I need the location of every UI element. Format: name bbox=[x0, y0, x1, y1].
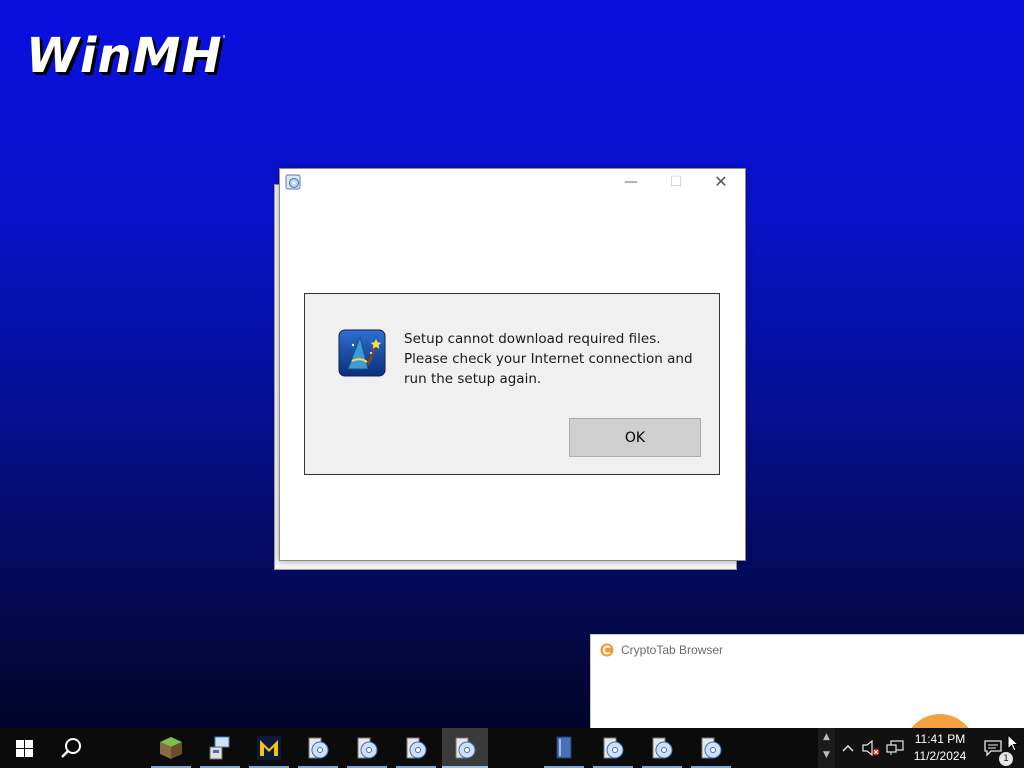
taskbar-item-network-setup[interactable] bbox=[197, 728, 243, 768]
chevron-up-icon[interactable]: ▲ bbox=[818, 728, 835, 746]
m-app-icon bbox=[257, 736, 281, 760]
network-setup-icon bbox=[209, 736, 230, 760]
minimize-button[interactable]: — bbox=[609, 171, 653, 193]
close-button[interactable]: ✕ bbox=[699, 171, 743, 193]
search-icon bbox=[61, 738, 81, 758]
setup-disc-icon bbox=[701, 737, 722, 759]
taskbar-item-setup-3[interactable] bbox=[393, 728, 439, 768]
chevron-up-icon bbox=[842, 744, 854, 752]
setup-disc-icon bbox=[652, 737, 673, 759]
setup-app-icon bbox=[285, 174, 301, 190]
cryptotab-notification[interactable]: CryptoTab Browser bbox=[590, 634, 1024, 729]
book-icon bbox=[556, 736, 572, 759]
taskbar-item-setup-2[interactable] bbox=[344, 728, 390, 768]
error-message: Setup cannot download required files. Pl… bbox=[404, 329, 704, 389]
show-hidden-icons-button[interactable] bbox=[837, 728, 859, 768]
taskbar-item-minecraft[interactable] bbox=[148, 728, 194, 768]
error-dialog: Setup cannot download required files. Pl… bbox=[304, 293, 720, 475]
setup-disc-icon bbox=[308, 737, 329, 759]
taskbar-item-setup-5[interactable] bbox=[590, 728, 636, 768]
setup-disc-icon bbox=[455, 737, 476, 759]
mouse-cursor-icon bbox=[1007, 734, 1019, 752]
search-button[interactable] bbox=[48, 728, 96, 768]
notification-count-badge: 1 bbox=[999, 752, 1013, 766]
clock[interactable]: 11:41 PM 11/2/2024 bbox=[910, 731, 970, 765]
taskbar-item-m-app[interactable] bbox=[246, 728, 292, 768]
message-line: Setup cannot download required files. bbox=[404, 331, 661, 347]
network-icon bbox=[886, 740, 904, 755]
setup-disc-icon bbox=[357, 737, 378, 759]
setup-disc-icon bbox=[603, 737, 624, 759]
setup-disc-icon bbox=[406, 737, 427, 759]
desktop-logo: WinMH' bbox=[26, 28, 227, 84]
taskbar-item-setup-1[interactable] bbox=[295, 728, 341, 768]
clock-time: 11:41 PM bbox=[914, 732, 966, 746]
taskbar-scroll[interactable]: ▲ ▼ bbox=[818, 728, 835, 768]
wizard-icon bbox=[338, 329, 386, 377]
minecraft-icon bbox=[160, 737, 182, 759]
chevron-down-icon[interactable]: ▼ bbox=[818, 746, 835, 764]
start-button[interactable] bbox=[0, 728, 48, 768]
network-button[interactable] bbox=[883, 728, 907, 768]
windows-icon bbox=[15, 739, 33, 757]
taskbar: ▲ ▼ 11:41 PM 11/2/2024 1 bbox=[0, 728, 1024, 768]
taskbar-item-book[interactable] bbox=[541, 728, 587, 768]
message-line: Please check your Internet connection an… bbox=[404, 351, 693, 367]
taskbar-item-setup-7[interactable] bbox=[688, 728, 734, 768]
volume-muted-icon bbox=[862, 740, 880, 756]
volume-button[interactable] bbox=[859, 728, 883, 768]
setup-window[interactable]: — ☐ ✕ Setup cannot download required fil… bbox=[279, 168, 746, 561]
message-line: run the setup again. bbox=[404, 371, 542, 387]
taskbar-item-setup-6[interactable] bbox=[639, 728, 685, 768]
maximize-button[interactable]: ☐ bbox=[654, 171, 698, 193]
cryptotab-icon bbox=[600, 643, 614, 657]
notification-title: CryptoTab Browser bbox=[621, 643, 724, 657]
taskbar-item-setup-active[interactable] bbox=[442, 728, 488, 768]
system-tray: 11:41 PM 11/2/2024 1 bbox=[835, 728, 1024, 768]
clock-date: 11/2/2024 bbox=[913, 749, 967, 763]
ok-button[interactable]: OK bbox=[569, 418, 701, 457]
